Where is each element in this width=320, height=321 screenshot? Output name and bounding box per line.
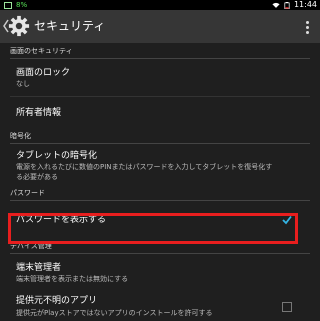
section-divider: [10, 58, 310, 59]
section-divider: [10, 253, 310, 254]
item-divider: [10, 96, 310, 97]
encrypt-tablet-summary-line2: る必要がある: [16, 173, 58, 181]
section-divider: [10, 200, 310, 201]
wifi-icon: [272, 2, 280, 8]
device-administrators-summary: 端末管理者を表示または無効にする: [16, 275, 129, 283]
section-divider: [10, 143, 310, 144]
section-header-encryption: 暗号化: [10, 132, 31, 140]
settings-gear-icon[interactable]: [8, 15, 30, 37]
status-bar: 8% 11:44: [0, 0, 320, 10]
device-administrators-title: 端末管理者: [16, 263, 62, 273]
unknown-sources-title: 提供元不明のアプリ: [16, 296, 98, 306]
battery-icon: [284, 1, 290, 9]
unknown-sources-checkbox[interactable]: [282, 302, 292, 312]
encrypt-tablet-summary-line1: 電源を入れるたびに数値のPINまたはパスワードを入力してタブレットを復号化す: [16, 163, 273, 171]
battery-saver-icon: [4, 1, 12, 9]
encrypt-tablet-title: タブレットの暗号化: [16, 151, 98, 161]
battery-percent-text: 8%: [16, 1, 28, 9]
screen-lock-title: 画面のロック: [16, 68, 71, 78]
owner-info-title: 所有者情報: [16, 108, 62, 118]
page-title: セキュリティ: [34, 19, 106, 33]
action-bar: セキュリティ: [0, 10, 320, 43]
section-header-screen-security: 画面のセキュリティ: [10, 47, 73, 55]
unknown-sources-summary: 提供元がPlayストアではないアプリのインストールを許可する: [16, 309, 213, 317]
red-highlight-box: [8, 213, 298, 244]
clock: 11:44: [293, 0, 317, 9]
section-header-passwords: パスワード: [10, 189, 45, 197]
settings-list: 画面のセキュリティ 画面のロック なし 所有者情報 暗号化 タブレットの暗号化 …: [0, 43, 320, 321]
screen-lock-summary: なし: [16, 80, 30, 88]
overflow-menu-icon[interactable]: [306, 21, 310, 34]
